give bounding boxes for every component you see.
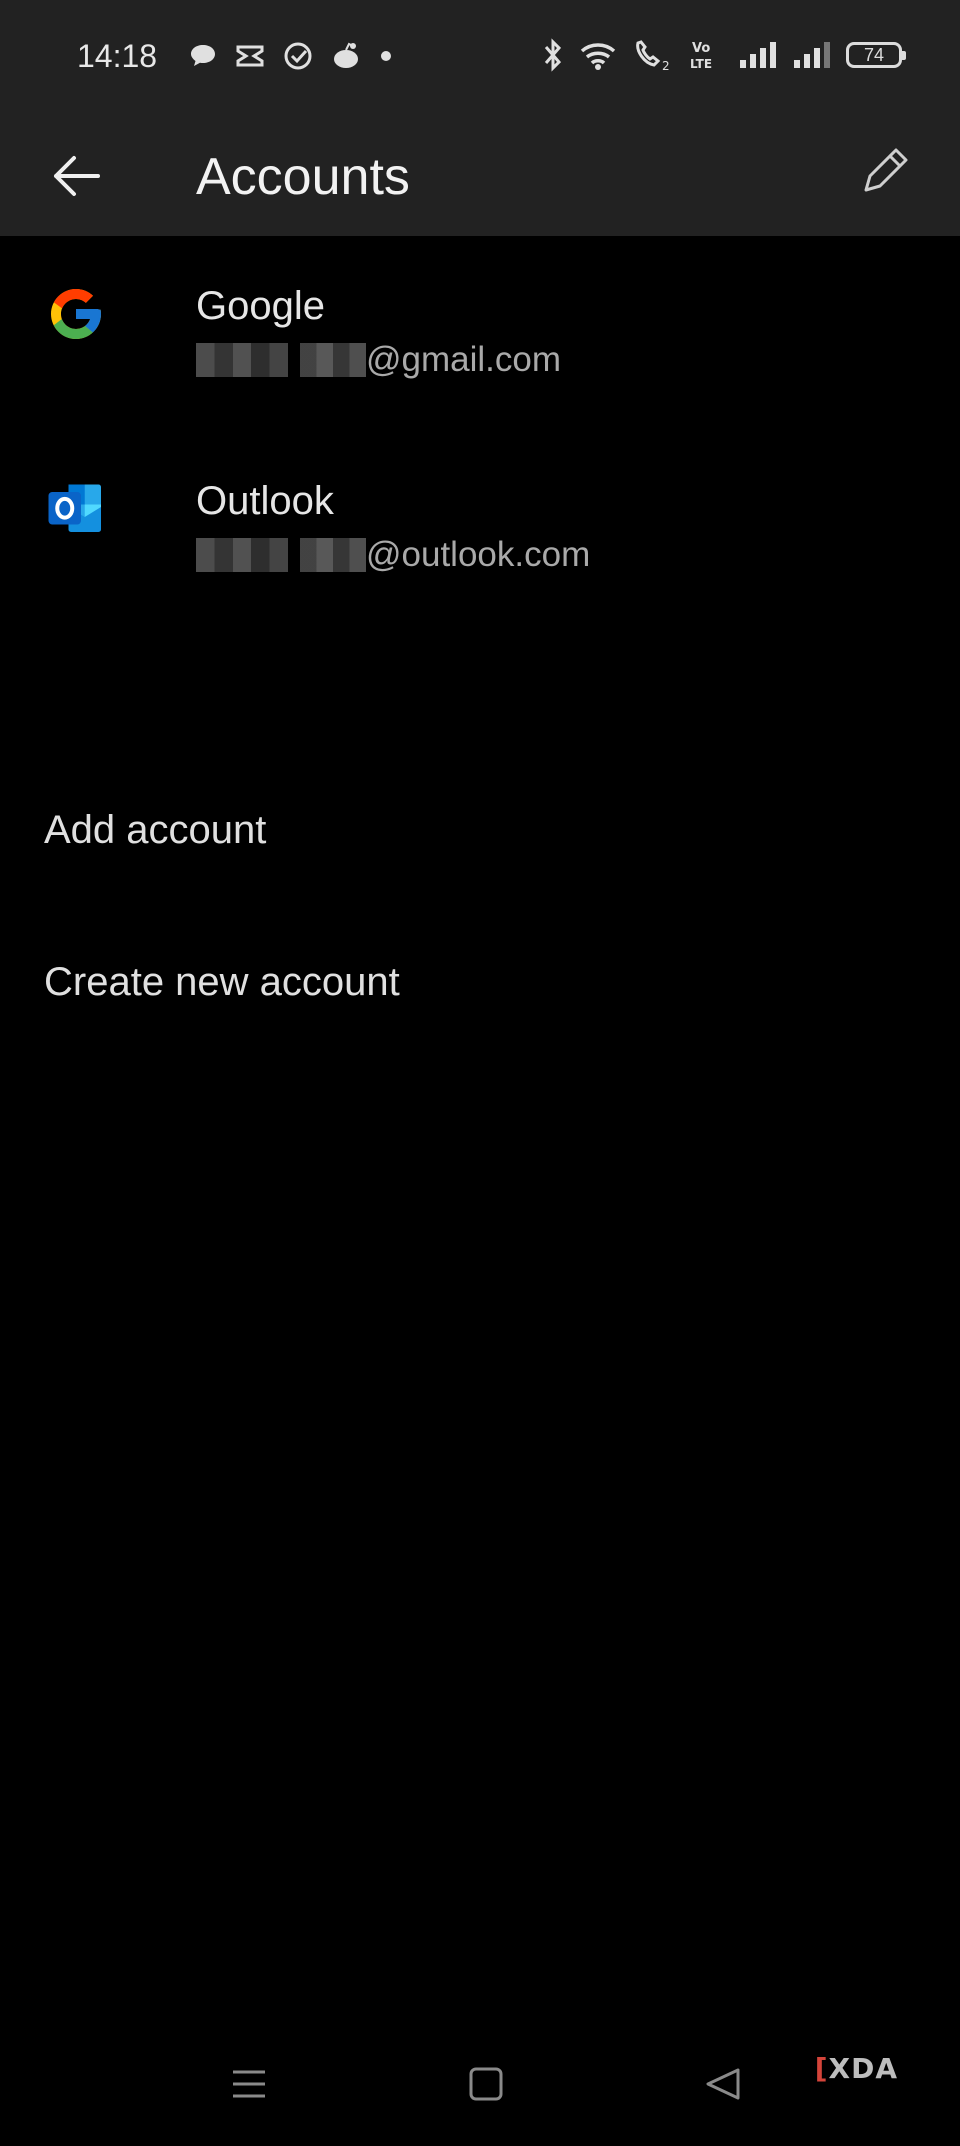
add-account-button[interactable]: Add account bbox=[44, 808, 266, 853]
battery-indicator: 74 bbox=[846, 42, 906, 68]
svg-text:Vo: Vo bbox=[692, 41, 710, 56]
arrow-back-icon bbox=[54, 156, 100, 196]
message-bubble-icon bbox=[191, 45, 215, 66]
status-time: 14:18 bbox=[77, 38, 158, 74]
account-name: Outlook bbox=[196, 479, 334, 523]
check-circle-icon bbox=[284, 42, 312, 70]
redacted-username bbox=[196, 343, 288, 377]
notification-icons bbox=[188, 40, 394, 72]
home-button[interactable] bbox=[468, 2066, 504, 2107]
reddit-icon bbox=[334, 42, 358, 68]
recents-button[interactable] bbox=[230, 2066, 268, 2107]
account-email-domain: @gmail.com bbox=[366, 340, 562, 379]
dot-icon bbox=[381, 51, 391, 61]
account-email: @gmail.com bbox=[196, 340, 561, 380]
account-email-domain: @outlook.com bbox=[366, 535, 591, 574]
app-bar: Accounts bbox=[0, 116, 960, 236]
account-name: Google bbox=[196, 284, 325, 328]
system-icons: 2 Vo LTE 74 bbox=[542, 38, 906, 72]
signal-strength-icon-1 bbox=[740, 42, 776, 68]
account-email: @outlook.com bbox=[196, 535, 590, 575]
create-new-account-button[interactable]: Create new account bbox=[44, 960, 400, 1005]
page-title: Accounts bbox=[196, 148, 410, 206]
battery-level: 74 bbox=[863, 44, 885, 65]
wifi-calling-icon: 2 bbox=[636, 40, 670, 72]
back-button[interactable] bbox=[44, 144, 108, 208]
redacted-username bbox=[300, 343, 366, 377]
back-nav-button[interactable] bbox=[704, 2066, 742, 2107]
triangle-back-icon bbox=[706, 2068, 740, 2100]
xda-watermark: [XDA bbox=[814, 2052, 898, 2085]
signal-strength-icon-2 bbox=[794, 42, 830, 68]
redacted-username bbox=[300, 538, 366, 572]
status-bar: 14:18 2 Vo LTE 74 bbox=[0, 0, 960, 116]
edit-button[interactable] bbox=[852, 140, 916, 204]
bluetooth-icon bbox=[544, 38, 562, 72]
account-item-google[interactable]: Google @gmail.com bbox=[0, 260, 960, 420]
pencil-icon bbox=[864, 148, 908, 192]
app-notification-icon bbox=[236, 45, 264, 67]
google-logo-icon bbox=[51, 289, 101, 339]
svg-text:2: 2 bbox=[662, 59, 670, 72]
square-icon bbox=[469, 2067, 503, 2101]
menu-lines-icon bbox=[233, 2070, 265, 2098]
outlook-logo-icon bbox=[48, 484, 101, 532]
volte-icon: VoLTE bbox=[690, 41, 712, 71]
wifi-icon bbox=[580, 43, 616, 70]
redacted-username bbox=[196, 538, 288, 572]
svg-text:LTE: LTE bbox=[690, 57, 712, 71]
account-item-outlook[interactable]: Outlook @outlook.com bbox=[0, 455, 960, 615]
